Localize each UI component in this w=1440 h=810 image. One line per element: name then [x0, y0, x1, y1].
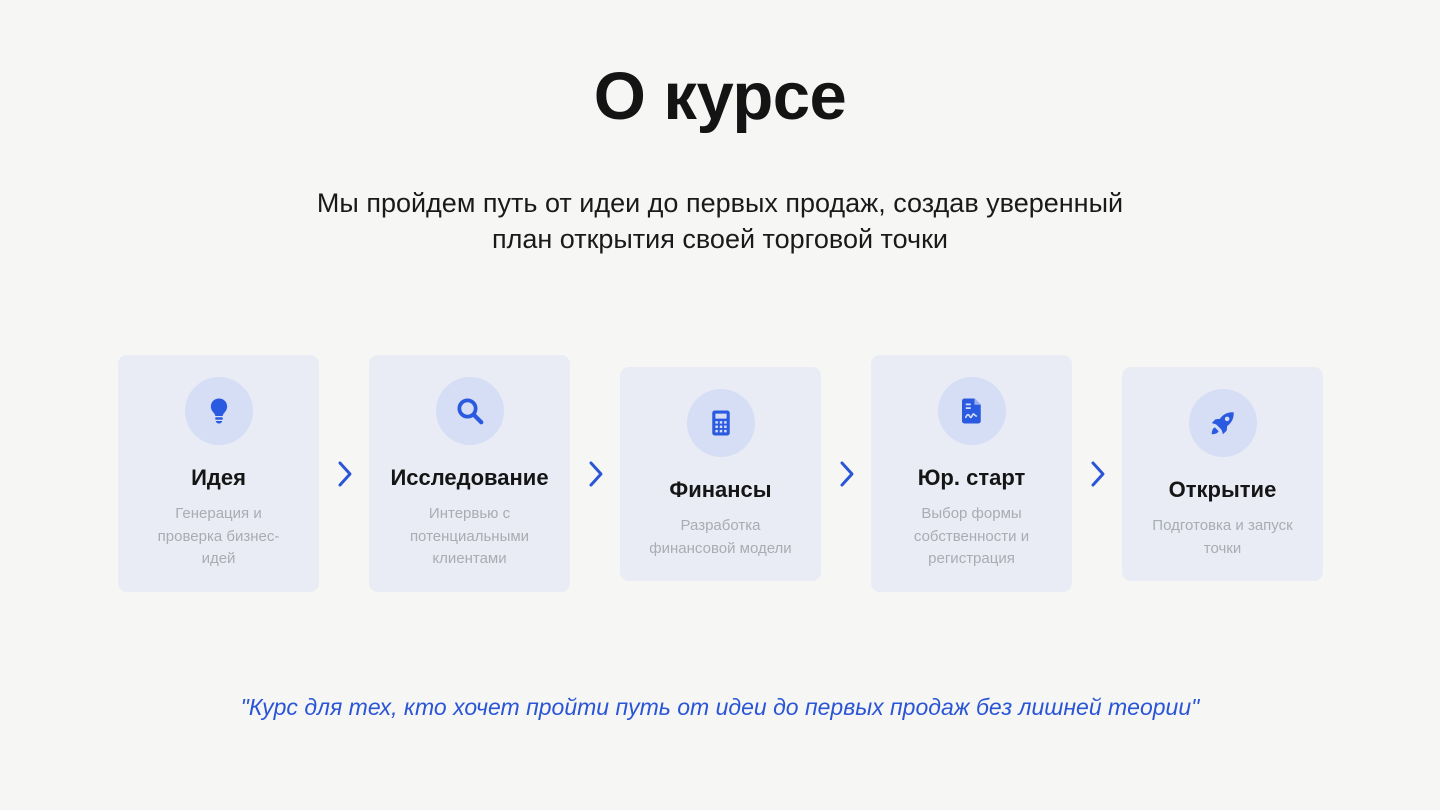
page-title: О курсе [593, 59, 847, 134]
icon-circle [686, 389, 755, 457]
step-description: Генерация и проверка бизнес-идей [157, 505, 280, 567]
search-icon [457, 398, 483, 425]
step-card-legal: Юр. старт Выбор формы собственности и ре… [871, 355, 1072, 592]
icon-circle [184, 377, 253, 445]
document-signature-icon [961, 398, 981, 424]
rocket-icon [1211, 412, 1234, 435]
subtitle-line-1: Мы пройдем путь от идеи до первых продаж… [316, 188, 1124, 218]
icon-circle [1188, 389, 1257, 457]
step-description: Подготовка и запуск точки [1152, 517, 1293, 557]
step-description: Выбор формы собственности и регистрация [913, 505, 1030, 567]
step-title: Исследование [390, 465, 549, 490]
step-description: Интервью с потенциальными клиентами [409, 505, 530, 567]
step-title: Идея [191, 465, 246, 490]
step-card-research: Исследование Интервью с потенциальными к… [369, 355, 570, 592]
icon-circle [937, 377, 1006, 445]
step-card-idea: Идея Генерация и проверка бизнес-идей [118, 355, 319, 592]
chevron-right-icon [589, 461, 603, 487]
step-card-finance: Финансы Разработка финансовой модели [620, 367, 821, 581]
step-description: Разработка финансовой модели [649, 517, 792, 557]
page-subtitle: Мы пройдем путь от идеи до первых продаж… [300, 185, 1140, 257]
subtitle-line-2: план открытия своей торговой точки [491, 224, 948, 254]
step-title: Финансы [669, 477, 772, 502]
calculator-icon [711, 410, 730, 436]
chevron-right-icon [338, 461, 352, 487]
chevron-right-icon [840, 461, 854, 487]
chevron-right-icon [1091, 461, 1105, 487]
course-quote: "Курс для тех, кто хочет пройти путь от … [240, 694, 1200, 720]
step-title: Открытие [1168, 477, 1277, 502]
step-card-opening: Открытие Подготовка и запуск точки [1122, 367, 1323, 581]
icon-circle [435, 377, 504, 445]
step-title: Юр. старт [917, 465, 1026, 490]
lightbulb-icon [210, 398, 227, 424]
